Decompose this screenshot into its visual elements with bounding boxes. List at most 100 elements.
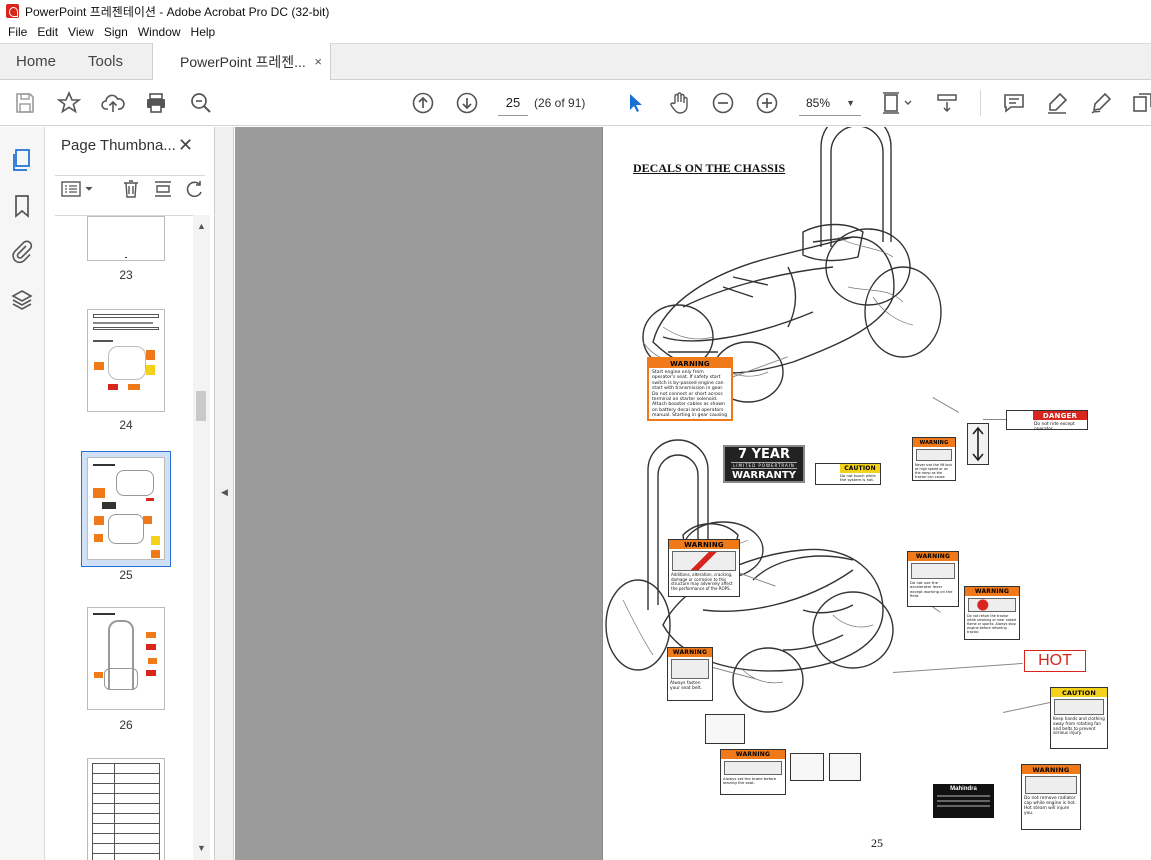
decal-text: Keep hands and clothing away from rotati… (1053, 716, 1105, 736)
page-up-icon[interactable] (411, 91, 435, 115)
left-nav-rail (0, 127, 45, 860)
thumbnail-page-26[interactable] (87, 607, 165, 710)
thumbnail-label: 25 (119, 568, 133, 582)
hand-icon[interactable] (667, 91, 691, 115)
menu-window[interactable]: Window (133, 25, 186, 39)
zoom-out-icon[interactable] (711, 91, 735, 115)
close-tab-icon[interactable]: × (314, 54, 322, 69)
thumbnail-page-24[interactable] (87, 309, 165, 412)
page-number-input[interactable]: 25 (498, 90, 528, 116)
chevron-down-icon: ▼ (846, 98, 855, 108)
decal-pictogram (968, 598, 1016, 612)
menu-bar: File Edit View Sign Window Help (0, 22, 1151, 42)
tab-bar: Home Tools PowerPoint 프레젠... × (0, 43, 1151, 81)
page-number: 25 (871, 836, 883, 850)
thumbnail-page-25[interactable] (87, 457, 165, 560)
bookmark-icon[interactable] (10, 194, 34, 218)
zoom-select[interactable]: 85% ▼ (799, 90, 861, 116)
decal-caution-fan: CAUTION Keep hands and clothing away fro… (1050, 687, 1108, 749)
serial-plate: Mahindra (933, 784, 994, 818)
menu-help[interactable]: Help (186, 25, 221, 39)
decal-pictogram-small (790, 753, 824, 781)
decal-caution-touch: CAUTION Do not touch while the system is… (815, 463, 881, 485)
search-zoom-icon[interactable] (189, 91, 213, 115)
scroll-mode-icon[interactable] (935, 91, 959, 115)
tab-document[interactable]: PowerPoint 프레젠... × (152, 43, 331, 81)
warranty-word: WARRANTY (732, 470, 796, 481)
print-icon[interactable] (144, 91, 168, 115)
highlight-icon[interactable] (1045, 91, 1069, 115)
decal-pictogram (911, 563, 955, 579)
zoom-in-icon[interactable] (755, 91, 779, 115)
extract-page-icon[interactable] (153, 179, 173, 199)
decal-text: Start engine only from operator's seat. … (652, 370, 728, 419)
decal-header: WARNING (668, 648, 712, 657)
decal-text: Always fasten your seat belt. (670, 681, 702, 691)
page-thumbnails-panel: Page Thumbna... ✕ 23 24 25 26 ▲ ▼ (45, 127, 215, 860)
page-fit-icon[interactable] (881, 91, 915, 115)
window-title: PowerPoint 프레젠테이션 - Adobe Acrobat Pro DC… (25, 4, 330, 19)
decal-pictogram-small (829, 753, 861, 781)
tab-tools[interactable]: Tools (88, 53, 123, 70)
rotate-page-icon[interactable] (185, 179, 205, 199)
decal-header: WARNING (669, 540, 739, 549)
decal-header: WARNING (649, 359, 731, 368)
decal-header: WARNING (721, 750, 785, 759)
plate-brand: Mahindra (950, 786, 977, 792)
decal-text: Never use the lift lock at high speed or… (915, 463, 953, 481)
warranty-type: LIMITED POWERTRAIN (731, 462, 797, 469)
sign-icon[interactable] (1089, 91, 1113, 115)
plate-line (937, 805, 990, 807)
decal-pictogram (724, 761, 782, 775)
more-tools-icon[interactable] (1131, 91, 1151, 115)
decal-warning-lift: WARNING Never use the lift lock at high … (912, 437, 956, 481)
close-panel-icon[interactable]: ✕ (178, 135, 193, 156)
star-icon[interactable] (56, 90, 82, 115)
decal-danger-ride: DANGER Do not ride except operator. (1006, 410, 1088, 430)
decal-pictogram (916, 449, 952, 461)
thumbnail-label: 23 (119, 268, 133, 282)
scrollbar-thumb[interactable] (196, 391, 206, 421)
thumbnail-label: 24 (119, 418, 133, 432)
warranty-badge: 7 YEAR LIMITED POWERTRAIN WARRANTY (723, 445, 805, 483)
decal-text: Always set the brake before leaving the … (723, 776, 777, 786)
leader-line (1003, 702, 1051, 713)
decal-warning-radiator: WARNING Do not remove radiator cap while… (1021, 764, 1081, 830)
decal-pictogram (672, 551, 736, 571)
menu-edit[interactable]: Edit (32, 25, 63, 39)
thumbnail-options-icon[interactable] (61, 179, 95, 199)
scroll-up-icon[interactable]: ▲ (197, 221, 206, 231)
thumbnail-scrollbar[interactable]: ▲ ▼ (193, 215, 210, 860)
decal-text: Do not use the accelerator lever except … (910, 580, 953, 599)
decal-warning-belt: WARNING Always fasten your seat belt. (667, 647, 713, 701)
save-icon[interactable] (13, 91, 37, 115)
menu-file[interactable]: File (3, 25, 32, 39)
collapse-panel-icon[interactable]: ◀ (221, 487, 228, 498)
thumbnail-page-27[interactable] (87, 758, 165, 860)
plate-line (937, 795, 990, 797)
attachment-icon[interactable] (10, 240, 34, 264)
menu-sign[interactable]: Sign (99, 25, 133, 39)
decal-text: Do not refuel the tractor while smoking … (967, 614, 1017, 634)
upload-icon[interactable] (101, 91, 125, 115)
tab-home[interactable]: Home (16, 53, 56, 70)
acrobat-logo-icon (6, 4, 19, 18)
comment-icon[interactable] (1002, 91, 1026, 115)
decal-text: Do not touch while the system is hot. (840, 473, 876, 483)
page-thumbnails-icon[interactable] (10, 148, 34, 172)
page-down-icon[interactable] (455, 91, 479, 115)
scroll-down-icon[interactable]: ▼ (197, 843, 206, 853)
decal-header: WARNING (913, 438, 955, 447)
zoom-value: 85% (806, 96, 831, 110)
decal-pictogram (1025, 776, 1077, 794)
decal-text: Additions, alteration, cracking, damage … (671, 572, 733, 592)
panel-splitter[interactable]: ◀ (215, 127, 234, 860)
select-cursor-icon[interactable] (623, 91, 647, 115)
delete-page-icon[interactable] (121, 179, 141, 199)
decal-pictogram (671, 659, 709, 679)
menu-view[interactable]: View (63, 25, 99, 39)
thumbnail-page-23[interactable] (87, 216, 165, 261)
page-heading: DECALS ON THE CHASSIS (633, 161, 786, 175)
layers-icon[interactable] (10, 288, 34, 312)
decal-text: Do not remove radiator cap while engine … (1024, 796, 1077, 816)
